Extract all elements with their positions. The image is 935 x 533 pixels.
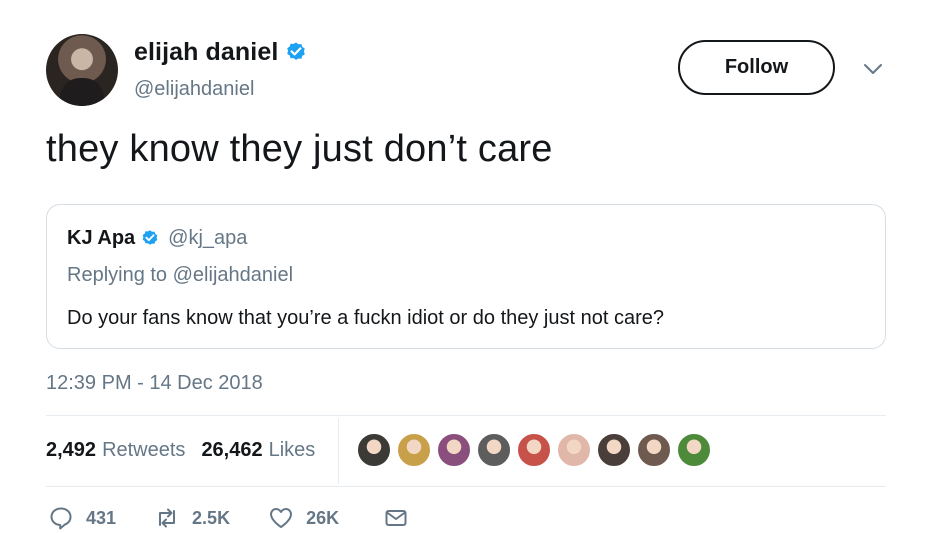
liker-avatar-8[interactable] — [636, 432, 672, 468]
divider — [46, 486, 886, 487]
author-avatar[interactable] — [46, 34, 118, 106]
author-handle[interactable]: @elijahdaniel — [134, 78, 254, 101]
tweet-stats: 2,492 Retweets 26,462 Likes — [46, 439, 315, 462]
quoted-author-name: KJ Apa — [67, 227, 136, 249]
quoted-tweet[interactable]: KJ Apa @kj_apa Replying to @elijahdaniel… — [46, 204, 886, 349]
liker-avatar-5[interactable] — [516, 432, 552, 468]
retweets-count[interactable]: 2,492 — [46, 439, 96, 462]
replying-to-label: Replying to — [67, 264, 168, 286]
like-button[interactable]: 26K — [268, 505, 339, 531]
tweet-timestamp[interactable]: 12:39 PM - 14 Dec 2018 — [46, 372, 263, 395]
chevron-down-icon[interactable] — [863, 62, 883, 76]
verified-badge-icon — [287, 42, 306, 60]
retweets-label[interactable]: Retweets — [102, 439, 185, 462]
stats-separator — [338, 418, 339, 484]
liker-avatar-6[interactable] — [556, 432, 592, 468]
liker-avatar-7[interactable] — [596, 432, 632, 468]
liker-avatar-3[interactable] — [436, 432, 472, 468]
author-name[interactable]: elijah daniel — [134, 38, 278, 67]
follow-button[interactable]: Follow — [678, 40, 835, 95]
message-button[interactable] — [383, 505, 409, 531]
reply-button[interactable]: 431 — [48, 505, 116, 531]
reply-count: 431 — [86, 507, 117, 528]
quoted-tweet-text: Do your fans know that you’re a fuckn id… — [67, 307, 664, 329]
tweet-header: elijah daniel @elijahdaniel Follow — [46, 34, 896, 110]
envelope-icon — [385, 510, 407, 526]
liker-avatar-1[interactable] — [356, 432, 392, 468]
retweet-icon — [159, 508, 176, 528]
replying-to-handle: @elijahdaniel — [172, 264, 294, 286]
reply-icon — [50, 507, 72, 530]
verified-badge-icon — [142, 229, 158, 245]
tweet-text: they know they just don’t care — [46, 128, 553, 170]
liker-avatar-4[interactable] — [476, 432, 512, 468]
likes-label[interactable]: Likes — [269, 439, 316, 462]
quoted-tweet-header: KJ Apa @kj_apa — [67, 227, 247, 250]
divider — [46, 415, 886, 416]
retweet-count: 2.5K — [192, 507, 231, 528]
tweet-actions: 431 2.5K 26K — [48, 505, 409, 531]
liker-avatar-2[interactable] — [396, 432, 432, 468]
author-name-row: elijah daniel — [134, 38, 308, 67]
heart-icon — [270, 508, 293, 528]
likes-count[interactable]: 26,462 — [201, 439, 262, 462]
quoted-author-handle: @kj_apa — [168, 227, 248, 249]
liker-avatar-9[interactable] — [676, 432, 712, 468]
like-count: 26K — [306, 507, 340, 528]
retweet-button[interactable]: 2.5K — [154, 505, 230, 531]
replying-to: Replying to @elijahdaniel — [67, 264, 293, 287]
